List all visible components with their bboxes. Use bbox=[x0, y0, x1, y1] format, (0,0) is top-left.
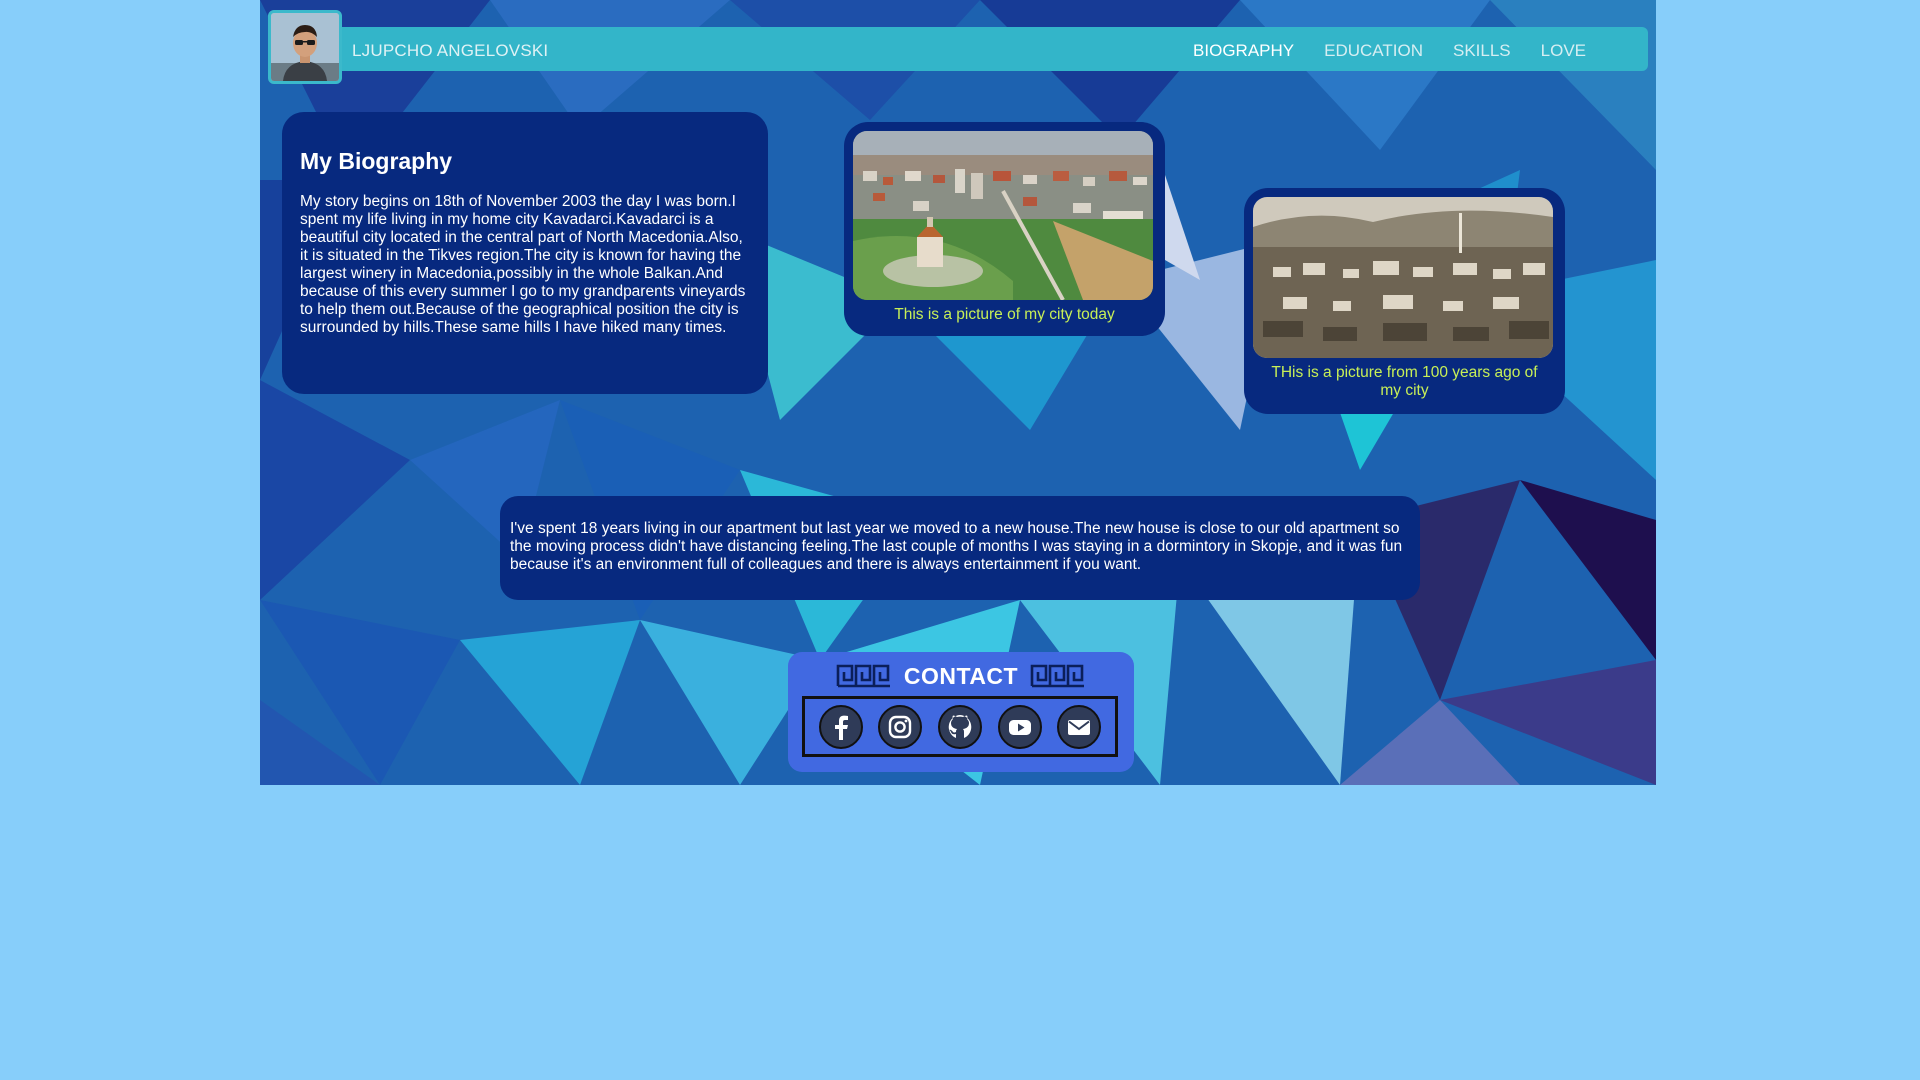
email-link[interactable] bbox=[1057, 704, 1102, 749]
github-icon bbox=[948, 714, 972, 738]
city-today-card: This is a picture of my city today bbox=[844, 122, 1165, 336]
youtube-link[interactable] bbox=[997, 704, 1042, 749]
greek-meander-icon bbox=[836, 664, 890, 688]
email-icon bbox=[1068, 719, 1091, 735]
instagram-link[interactable] bbox=[878, 704, 923, 749]
nav-links: BIOGRAPHY EDUCATION SKILLS LOVE bbox=[1193, 41, 1586, 61]
story-card: I've spent 18 years living in our apartm… bbox=[500, 496, 1420, 600]
city-today-photo bbox=[853, 131, 1153, 300]
youtube-icon bbox=[1008, 719, 1031, 735]
contact-section: CONTACT bbox=[788, 652, 1134, 772]
biography-text: My story begins on 18th of November 2003… bbox=[300, 193, 746, 336]
contact-header: CONTACT bbox=[788, 661, 1134, 691]
github-link[interactable] bbox=[937, 704, 982, 749]
biography-title: My Biography bbox=[300, 148, 453, 174]
nav-education[interactable]: EDUCATION bbox=[1324, 41, 1423, 61]
facebook-icon bbox=[834, 715, 848, 740]
greek-meander-icon bbox=[1030, 664, 1085, 688]
nav-skills[interactable]: SKILLS bbox=[1453, 41, 1511, 61]
profile-avatar[interactable] bbox=[268, 10, 342, 84]
site-container: LJUPCHO ANGELOVSKI BIOGRAPHY EDUCATION S… bbox=[260, 0, 1656, 785]
nav-biography[interactable]: BIOGRAPHY bbox=[1193, 41, 1294, 61]
social-links bbox=[802, 696, 1118, 757]
facebook-link[interactable] bbox=[818, 704, 863, 749]
city-old-caption: THis is a picture from 100 years ago of … bbox=[1271, 364, 1538, 399]
instagram-icon bbox=[889, 715, 912, 738]
site-name[interactable]: LJUPCHO ANGELOVSKI bbox=[352, 41, 548, 61]
nav-love[interactable]: LOVE bbox=[1541, 41, 1586, 61]
city-old-card: THis is a picture from 100 years ago of … bbox=[1244, 188, 1565, 414]
city-today-caption: This is a picture of my city today bbox=[894, 306, 1115, 323]
biography-card: My Biography My story begins on 18th of … bbox=[282, 112, 768, 394]
city-old-photo bbox=[1253, 197, 1553, 358]
contact-title: CONTACT bbox=[903, 662, 1019, 689]
story-text: I've spent 18 years living in our apartm… bbox=[510, 520, 1403, 573]
